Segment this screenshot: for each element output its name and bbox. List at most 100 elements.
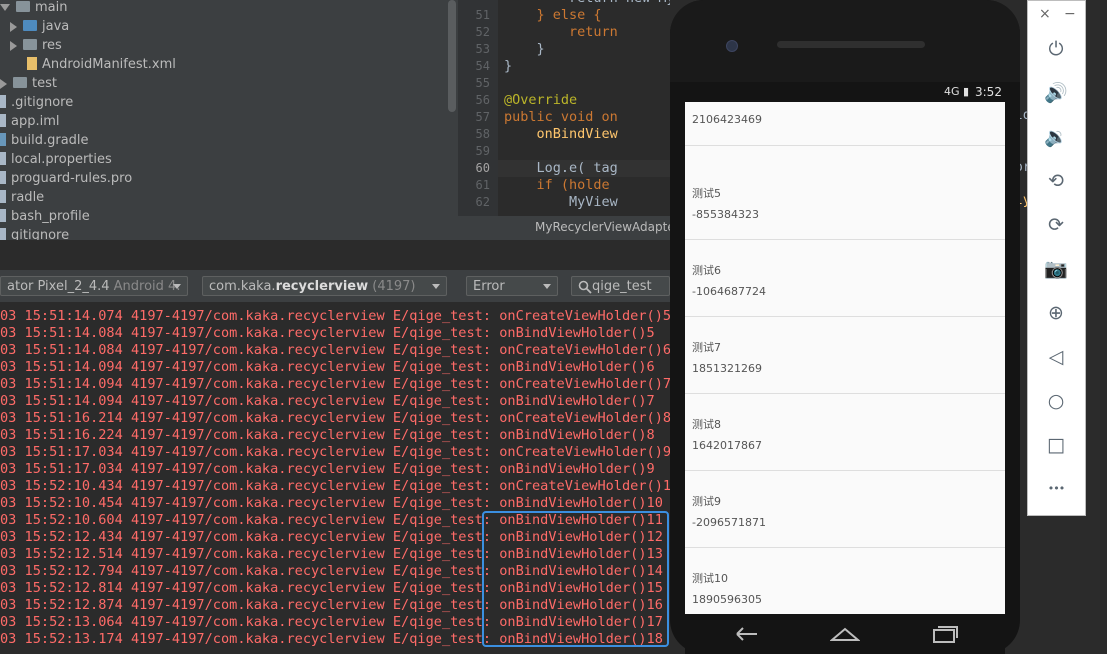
tree-scrollbar[interactable] xyxy=(448,0,456,112)
line-number: 61 xyxy=(475,178,490,192)
file-icon xyxy=(0,133,6,146)
tree-item[interactable]: gitignore xyxy=(0,226,69,240)
tree-item[interactable]: proguard-rules.pro xyxy=(0,169,132,188)
code-line: onBindView xyxy=(504,126,618,142)
log-line: 03 15:51:14.094 4197-4197/com.kaka.recyc… xyxy=(0,393,655,409)
line-number: 62 xyxy=(475,195,490,209)
tree-item[interactable]: radle xyxy=(0,188,44,207)
code-line: } else { xyxy=(504,7,602,23)
list-item-title: 测试6 xyxy=(692,264,721,277)
line-number: 57 xyxy=(475,110,490,124)
list-divider xyxy=(685,393,1005,394)
tree-item[interactable]: res xyxy=(10,36,62,55)
log-level-label: Error xyxy=(473,279,505,294)
code-line: if (holde xyxy=(504,177,610,193)
line-number: 54 xyxy=(475,59,490,73)
close-icon[interactable]: × xyxy=(1039,6,1051,22)
file-icon xyxy=(0,228,6,240)
line-number: 60 xyxy=(475,161,490,175)
more-icon[interactable]: ••• xyxy=(1041,474,1071,504)
recycler-view-list[interactable]: 2106423469 测试5 -855384323 测试6 -1064687724 测试7… xyxy=(685,102,1005,614)
list-item-value: 2106423469 xyxy=(692,113,762,126)
status-clock: 3:52 xyxy=(975,85,1002,99)
tree-item[interactable]: test xyxy=(0,74,57,93)
list-divider xyxy=(685,470,1005,471)
list-item-title: 测试8 xyxy=(692,418,721,431)
camera-icon[interactable]: 📷 xyxy=(1041,254,1071,284)
log-line: 03 15:51:16.224 4197-4197/com.kaka.recyc… xyxy=(0,427,655,443)
tree-item[interactable]: .gitignore xyxy=(0,93,73,112)
tree-item[interactable]: bash_profile xyxy=(0,207,90,226)
line-number: 52 xyxy=(475,25,490,39)
code-line: MyView xyxy=(504,194,618,210)
expand-arrow-icon[interactable] xyxy=(0,78,7,89)
search-icon xyxy=(578,280,592,294)
overview-icon[interactable]: □ xyxy=(1041,430,1071,460)
device-selector[interactable]: ator Pixel_2_4.4 Android 4. xyxy=(0,276,188,296)
list-item-value: 1890596305 xyxy=(692,593,762,606)
file-icon xyxy=(27,57,37,70)
list-item-value: 1851321269 xyxy=(692,362,762,375)
line-number: 55 xyxy=(475,76,490,90)
tree-item[interactable]: java xyxy=(10,17,69,36)
editor-breadcrumb[interactable]: MyRecyclerViewAdapter xyxy=(535,220,680,234)
line-number: 51 xyxy=(475,8,490,22)
tree-item[interactable]: AndroidManifest.xml xyxy=(10,55,176,74)
minimize-icon[interactable]: − xyxy=(1064,6,1076,22)
tree-item-label: java xyxy=(42,19,70,34)
log-line: 03 15:51:17.034 4197-4197/com.kaka.recyc… xyxy=(0,444,672,460)
log-line: 03 15:51:14.094 4197-4197/com.kaka.recyc… xyxy=(0,359,655,375)
power-icon[interactable]: ⏻ xyxy=(1041,34,1071,64)
expand-arrow-icon[interactable] xyxy=(10,21,17,32)
volume-down-icon[interactable]: 🔉 xyxy=(1041,122,1071,152)
home-icon[interactable]: ○ xyxy=(1041,386,1071,416)
list-item-value: 1642017867 xyxy=(692,439,762,452)
log-line: 03 15:51:14.094 4197-4197/com.kaka.recyc… xyxy=(0,376,672,392)
rotate-right-icon[interactable]: ⟳ xyxy=(1041,210,1071,240)
tree-item-label: AndroidManifest.xml xyxy=(42,57,176,72)
tree-item[interactable]: build.gradle xyxy=(0,131,89,150)
code-editor[interactable]: 51 52 53 54 55 56 57 58 59 60 61 62 return new MyVi… xyxy=(458,0,670,240)
back-icon[interactable] xyxy=(733,626,761,642)
log-line: 03 15:51:16.214 4197-4197/com.kaka.recyc… xyxy=(0,410,672,426)
device-selector-suffix: Android 4. xyxy=(113,279,181,294)
tree-item-label: main xyxy=(35,0,68,15)
tree-item-label: build.gradle xyxy=(11,133,89,148)
line-number: 56 xyxy=(475,93,490,107)
line-number: 59 xyxy=(475,144,490,158)
selection-highlight-box xyxy=(482,511,669,647)
log-level-selector[interactable]: Error xyxy=(466,276,558,296)
code-line: Log.e( tag xyxy=(504,160,618,176)
tree-item-label: app.iml xyxy=(11,114,60,129)
list-item-value: -855384323 xyxy=(692,208,759,221)
zoom-icon[interactable]: ⊕ xyxy=(1041,298,1071,328)
file-icon xyxy=(0,209,6,222)
recents-icon[interactable] xyxy=(931,624,959,644)
folder-icon xyxy=(23,39,37,50)
chevron-down-icon xyxy=(432,284,440,289)
list-divider xyxy=(685,547,1005,548)
folder-icon xyxy=(13,77,27,88)
tree-item-label: gitignore xyxy=(11,228,70,240)
expand-arrow-icon[interactable] xyxy=(10,40,17,51)
log-line: 03 15:52:10.434 4197-4197/com.kaka.recyc… xyxy=(0,478,680,494)
list-divider xyxy=(685,239,1005,240)
home-icon[interactable] xyxy=(830,626,860,642)
volume-up-icon[interactable]: 🔊 xyxy=(1041,78,1071,108)
expand-arrow-icon[interactable] xyxy=(0,4,10,11)
logcat-search-field[interactable]: qige_test xyxy=(571,276,670,296)
process-name: recyclerview xyxy=(275,279,369,294)
back-icon[interactable]: ◁ xyxy=(1041,342,1071,372)
tree-item-label: test xyxy=(32,76,57,91)
list-item-title: 测试10 xyxy=(692,572,728,585)
process-pid: (4197) xyxy=(368,279,416,294)
tree-item-label: .gitignore xyxy=(11,95,74,110)
rotate-left-icon[interactable]: ⟲ xyxy=(1041,166,1071,196)
process-selector[interactable]: com.kaka.recyclerview (4197) xyxy=(202,276,447,296)
log-line: 03 15:51:14.074 4197-4197/com.kaka.recyc… xyxy=(0,308,672,324)
tree-item-label: bash_profile xyxy=(11,209,90,224)
tree-item-label: radle xyxy=(11,190,45,205)
tree-item[interactable]: local.properties xyxy=(0,150,112,169)
tree-item[interactable]: main xyxy=(0,0,67,17)
tree-item[interactable]: app.iml xyxy=(0,112,60,131)
